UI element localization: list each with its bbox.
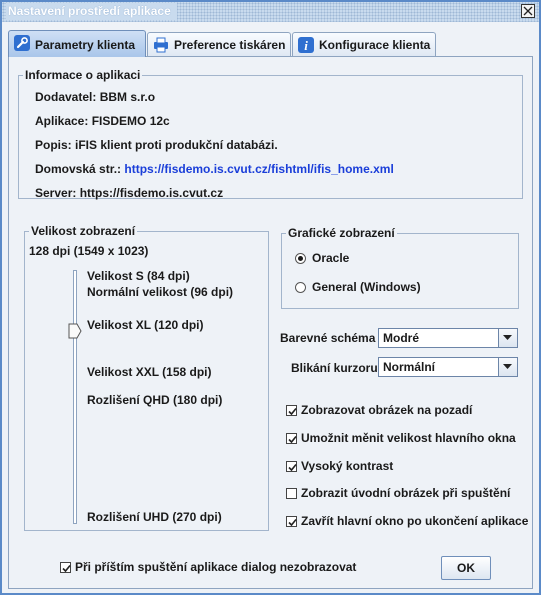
info-value: BBM s.r.o xyxy=(99,90,156,104)
graphics-group: Grafické zobrazení Oracle General (Windo… xyxy=(281,226,519,309)
checkbox-dont-show-dialog[interactable] xyxy=(60,562,71,573)
info-label: Popis: xyxy=(35,138,72,152)
tab-printer-preferences[interactable]: Preference tiskáren xyxy=(147,32,291,56)
app-info-legend: Informace o aplikaci xyxy=(23,68,143,82)
size-tick-normal[interactable]: Normální velikost (96 dpi) xyxy=(87,285,233,299)
cursor-blink-value: Normální xyxy=(383,360,436,374)
wrench-icon xyxy=(14,35,30,51)
info-value: FISDEMO 12c xyxy=(91,114,170,128)
color-scheme-value: Modré xyxy=(383,331,419,345)
cursor-blink-dropdown-button[interactable] xyxy=(498,358,517,376)
title-bar[interactable]: Nastavení prostředí aplikace xyxy=(2,2,539,22)
tab-client-configuration[interactable]: i Konfigurace klienta xyxy=(292,32,436,56)
color-scheme-label: Barevné schéma xyxy=(280,331,376,345)
client-parameters-panel: Informace o aplikaci Dodavatel: BBM s.r.… xyxy=(8,56,533,589)
checkbox-dont-show-dialog-label[interactable]: Při příštím spuštění aplikace dialog nez… xyxy=(75,560,356,574)
checkbox-background-image-label[interactable]: Zobrazovat obrázek na pozadí xyxy=(301,403,472,417)
current-resolution: 128 dpi (1549 x 1023) xyxy=(29,244,149,258)
info-value: https://fisdemo.is.cvut.cz xyxy=(79,186,224,200)
cursor-blink-select[interactable]: Normální xyxy=(378,357,518,377)
size-tick-xxl[interactable]: Velikost XXL (158 dpi) xyxy=(87,365,212,379)
info-icon: i xyxy=(298,37,314,53)
info-value: iFIS klient proti produkční databázi. xyxy=(75,138,278,152)
tab-label: Konfigurace klienta xyxy=(319,38,431,52)
chevron-down-icon xyxy=(503,364,512,369)
checkmark-icon xyxy=(62,564,71,573)
info-row-description: Popis: iFIS klient proti produkční datab… xyxy=(35,138,278,152)
checkbox-high-contrast[interactable] xyxy=(286,461,297,472)
chevron-down-icon xyxy=(503,335,512,340)
display-size-slider-thumb[interactable] xyxy=(68,323,82,339)
tab-label: Preference tiskáren xyxy=(174,38,286,52)
tab-label: Parametry klienta xyxy=(35,38,136,52)
checkbox-high-contrast-label[interactable]: Vysoký kontrast xyxy=(301,459,393,473)
checkbox-resizable-window-label[interactable]: Umožnit měnit velikost hlavního okna xyxy=(301,431,516,445)
info-label: Domovská str.: xyxy=(35,162,122,176)
size-tick-uhd[interactable]: Rozlišení UHD (270 dpi) xyxy=(87,510,222,524)
info-label: Server: xyxy=(35,186,77,200)
graphics-legend: Grafické zobrazení xyxy=(286,226,397,240)
checkbox-close-main-window-label[interactable]: Zavřít hlavní okno po ukončení aplikace xyxy=(301,514,528,528)
size-tick-qhd[interactable]: Rozlišení QHD (180 dpi) xyxy=(87,393,222,407)
info-row-vendor: Dodavatel: BBM s.r.o xyxy=(35,90,155,104)
checkbox-close-main-window[interactable] xyxy=(286,516,297,527)
display-size-group: Velikost zobrazení 128 dpi (1549 x 1023)… xyxy=(24,224,269,531)
app-info-group: Informace o aplikaci Dodavatel: BBM s.r.… xyxy=(18,68,523,200)
size-tick-s[interactable]: Velikost S (84 dpi) xyxy=(87,269,190,283)
svg-text:i: i xyxy=(304,38,308,53)
radio-general-windows[interactable] xyxy=(295,282,306,293)
checkbox-splash-image[interactable] xyxy=(286,488,297,499)
info-label: Aplikace: xyxy=(35,114,89,128)
window-title: Nastavení prostředí aplikace xyxy=(6,3,177,20)
homepage-link[interactable]: https://fisdemo.is.cvut.cz/fishtml/ifis_… xyxy=(124,162,393,176)
checkmark-icon xyxy=(288,407,297,416)
color-scheme-dropdown-button[interactable] xyxy=(498,329,517,347)
checkmark-icon xyxy=(288,518,297,527)
printer-icon xyxy=(154,37,168,53)
radio-oracle[interactable] xyxy=(295,253,306,264)
info-row-application: Aplikace: FISDEMO 12c xyxy=(35,114,170,128)
color-scheme-select[interactable]: Modré xyxy=(378,328,518,348)
checkbox-resizable-window[interactable] xyxy=(286,433,297,444)
info-row-server: Server: https://fisdemo.is.cvut.cz xyxy=(35,186,223,200)
settings-window: Nastavení prostředí aplikace Parametry k… xyxy=(0,0,541,595)
tab-client-parameters[interactable]: Parametry klienta xyxy=(8,30,146,57)
radio-oracle-label[interactable]: Oracle xyxy=(312,251,349,265)
checkmark-icon xyxy=(288,435,297,444)
checkbox-background-image[interactable] xyxy=(286,405,297,416)
info-row-homepage: Domovská str.: https://fisdemo.is.cvut.c… xyxy=(35,162,394,176)
radio-general-windows-label[interactable]: General (Windows) xyxy=(312,280,421,294)
cursor-blink-label: Blikání kurzoru xyxy=(291,361,378,375)
ok-button[interactable]: OK xyxy=(441,556,491,580)
close-button[interactable] xyxy=(521,4,535,18)
display-size-slider-track[interactable] xyxy=(73,270,77,524)
size-tick-xl[interactable]: Velikost XL (120 dpi) xyxy=(87,318,203,332)
info-label: Dodavatel: xyxy=(35,90,97,104)
checkmark-icon xyxy=(288,463,297,472)
checkbox-splash-image-label[interactable]: Zobrazit úvodní obrázek při spuštění xyxy=(301,486,510,500)
close-icon xyxy=(523,6,533,16)
display-size-legend: Velikost zobrazení xyxy=(29,224,138,238)
